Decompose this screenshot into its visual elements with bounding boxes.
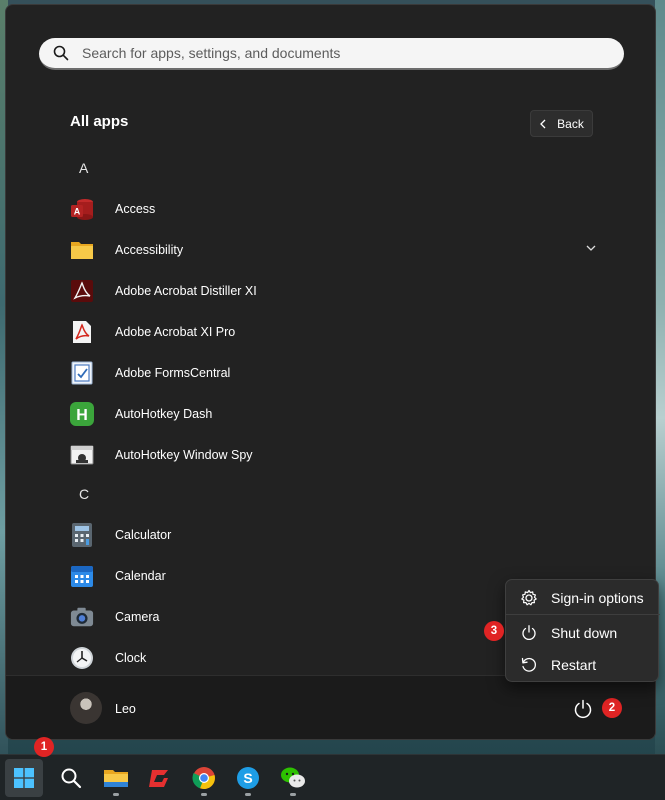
autohotkey-spy-icon: [70, 443, 94, 467]
chevron-down-icon[interactable]: [586, 244, 596, 252]
app-item-acrobat-pro[interactable]: Adobe Acrobat XI Pro: [66, 314, 606, 350]
acrobat-distiller-icon: [70, 279, 94, 303]
app-item-calculator[interactable]: Calculator: [66, 517, 606, 553]
app-item-autohotkey-spy[interactable]: AutoHotkey Window Spy: [66, 437, 606, 473]
user-name[interactable]: Leo: [115, 702, 136, 716]
menu-item-label: Sign-in options: [551, 590, 644, 606]
running-indicator: [245, 793, 251, 796]
menu-item-label: Restart: [551, 657, 597, 673]
back-button[interactable]: Back: [530, 110, 593, 137]
taskbar-red-app[interactable]: [141, 759, 179, 797]
power-icon: [522, 625, 536, 640]
restart-icon: [521, 657, 536, 672]
avatar[interactable]: [70, 692, 102, 724]
app-item-acrobat-distiller[interactable]: Adobe Acrobat Distiller XI: [66, 273, 606, 309]
app-label: Clock: [115, 651, 147, 665]
clock-icon: [70, 646, 94, 670]
app-label: Camera: [115, 610, 160, 624]
all-apps-title: All apps: [70, 113, 129, 130]
chrome-icon: [192, 767, 215, 790]
app-label: AutoHotkey Window Spy: [115, 448, 253, 462]
taskbar-file-explorer[interactable]: [97, 759, 135, 797]
app-item-autohotkey-dash[interactable]: H AutoHotkey Dash: [66, 396, 606, 432]
menu-item-restart[interactable]: Restart: [506, 650, 660, 680]
app-item-formscentral[interactable]: Adobe FormsCentral: [66, 355, 606, 391]
wechat-icon: [281, 767, 305, 788]
taskbar-chrome[interactable]: [185, 759, 223, 797]
windows-logo-icon: [14, 768, 34, 788]
autohotkey-dash-icon: H: [70, 402, 94, 426]
running-indicator: [113, 793, 119, 796]
menu-item-shut-down[interactable]: Shut down: [506, 618, 660, 648]
access-icon: A: [70, 197, 94, 221]
svg-text:S: S: [243, 770, 252, 786]
search-icon: [61, 768, 82, 789]
back-label: Back: [557, 116, 584, 131]
power-button[interactable]: [572, 698, 594, 720]
taskbar: S: [0, 754, 665, 800]
power-menu: Sign-in options Shut down Restart: [505, 579, 660, 682]
menu-divider: [506, 614, 660, 615]
power-icon: [574, 699, 592, 719]
svg-text:A: A: [74, 207, 81, 217]
annotation-badge-1: 1: [34, 737, 54, 757]
skype-icon: S: [237, 767, 259, 789]
app-label: Adobe FormsCentral: [115, 366, 231, 380]
app-label: Adobe Acrobat Distiller XI: [115, 284, 257, 298]
red-app-icon: [149, 770, 168, 787]
section-letter-a[interactable]: A: [79, 160, 88, 176]
app-item-access[interactable]: A Access: [66, 191, 606, 227]
chevron-left-icon: [540, 119, 546, 128]
app-label: Access: [115, 202, 156, 216]
camera-icon: [70, 605, 94, 629]
search-input[interactable]: Search for apps, settings, and documents: [82, 45, 340, 61]
app-label: Calendar: [115, 569, 166, 583]
svg-text:H: H: [76, 407, 88, 424]
acrobat-pro-icon: [70, 320, 94, 344]
gear-icon: [521, 589, 537, 606]
annotation-badge-2: 2: [602, 698, 622, 718]
taskbar-start-button[interactable]: [5, 759, 43, 797]
running-indicator: [290, 793, 296, 796]
search-icon: [53, 45, 69, 61]
taskbar-wechat[interactable]: [274, 759, 312, 797]
folder-icon: [70, 238, 94, 262]
taskbar-search-button[interactable]: [52, 759, 90, 797]
menu-item-sign-in-options[interactable]: Sign-in options: [506, 583, 660, 613]
formscentral-icon: [70, 361, 94, 385]
folder-icon: [104, 770, 128, 787]
app-label: Calculator: [115, 528, 172, 542]
annotation-badge-3: 3: [484, 621, 504, 641]
taskbar-skype[interactable]: S: [229, 759, 267, 797]
calendar-icon: [70, 564, 94, 588]
calculator-icon: [70, 523, 94, 547]
running-indicator: [201, 793, 207, 796]
section-letter-c[interactable]: C: [79, 486, 89, 502]
app-item-accessibility[interactable]: Accessibility: [66, 232, 606, 268]
app-label: Accessibility: [115, 243, 184, 257]
start-footer: Leo 2: [6, 675, 655, 739]
menu-item-label: Shut down: [551, 625, 618, 641]
app-label: Adobe Acrobat XI Pro: [115, 325, 236, 339]
search-box[interactable]: Search for apps, settings, and documents: [39, 38, 624, 70]
app-label: AutoHotkey Dash: [115, 407, 213, 421]
